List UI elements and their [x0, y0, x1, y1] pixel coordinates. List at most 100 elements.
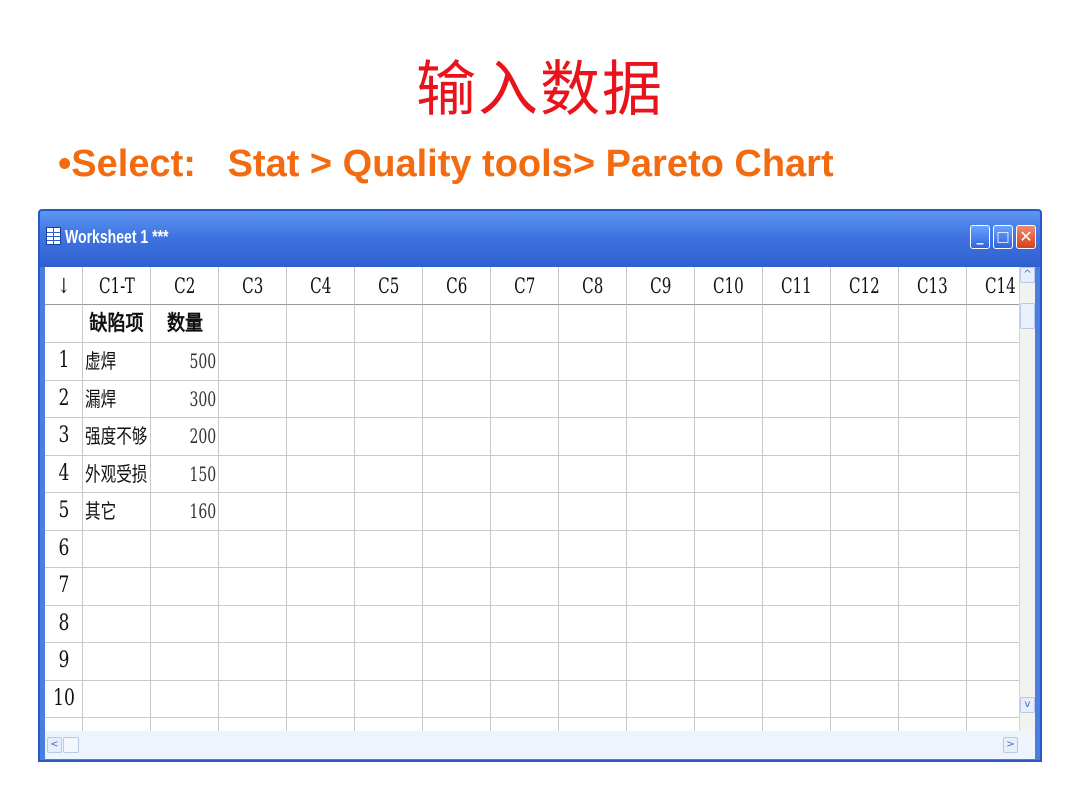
defect-cell[interactable]: 虚焊: [83, 343, 151, 381]
empty-cell[interactable]: [423, 605, 491, 643]
maximize-button[interactable]: □: [993, 225, 1013, 249]
row-header[interactable]: 7: [45, 568, 83, 606]
empty-cell[interactable]: [763, 605, 831, 643]
empty-cell[interactable]: [355, 493, 423, 531]
empty-cell[interactable]: [627, 380, 695, 418]
window-titlebar[interactable]: Worksheet 1 *** _ □ ✕: [40, 211, 1040, 267]
empty-cell[interactable]: [219, 343, 287, 381]
empty-cell[interactable]: [355, 568, 423, 606]
empty-cell[interactable]: [151, 530, 219, 568]
empty-cell[interactable]: [423, 530, 491, 568]
empty-cell[interactable]: [355, 718, 423, 731]
minimize-button[interactable]: _: [970, 225, 990, 249]
empty-cell[interactable]: [219, 643, 287, 681]
empty-cell[interactable]: [627, 530, 695, 568]
empty-cell[interactable]: [831, 718, 899, 731]
empty-cell[interactable]: [831, 568, 899, 606]
empty-cell[interactable]: [83, 680, 151, 718]
empty-cell[interactable]: [967, 718, 1019, 731]
column-header-c8[interactable]: C8: [559, 267, 627, 305]
empty-cell[interactable]: [899, 718, 967, 731]
empty-cell[interactable]: [287, 643, 355, 681]
empty-cell[interactable]: [831, 530, 899, 568]
empty-cell[interactable]: [559, 343, 627, 381]
empty-cell[interactable]: [287, 418, 355, 456]
empty-cell[interactable]: [491, 380, 559, 418]
empty-cell[interactable]: [559, 493, 627, 531]
column-name-cell[interactable]: 数量: [151, 305, 219, 343]
empty-cell[interactable]: [355, 605, 423, 643]
empty-cell[interactable]: [763, 643, 831, 681]
row-header[interactable]: 6: [45, 530, 83, 568]
column-header-c10[interactable]: C10: [695, 267, 763, 305]
empty-cell[interactable]: [831, 605, 899, 643]
empty-cell[interactable]: [559, 568, 627, 606]
quantity-cell[interactable]: 300: [151, 380, 219, 418]
empty-cell[interactable]: [83, 530, 151, 568]
empty-cell[interactable]: [219, 530, 287, 568]
empty-cell[interactable]: [83, 568, 151, 606]
empty-cell[interactable]: [627, 493, 695, 531]
empty-cell[interactable]: [423, 493, 491, 531]
empty-cell[interactable]: [423, 455, 491, 493]
empty-cell[interactable]: [695, 605, 763, 643]
column-header-c3[interactable]: C3: [219, 267, 287, 305]
row-header[interactable]: 5: [45, 493, 83, 531]
empty-cell[interactable]: [763, 680, 831, 718]
column-name-cell[interactable]: [219, 305, 287, 343]
column-header-c12[interactable]: C12: [831, 267, 899, 305]
empty-cell[interactable]: [83, 605, 151, 643]
vertical-scrollbar[interactable]: ^ v: [1019, 267, 1035, 731]
defect-cell[interactable]: 外观受损: [83, 455, 151, 493]
empty-cell[interactable]: [967, 606, 1019, 643]
column-name-cell[interactable]: [559, 305, 627, 343]
empty-cell[interactable]: [967, 456, 1019, 493]
empty-cell[interactable]: [627, 718, 695, 731]
empty-cell[interactable]: [627, 343, 695, 381]
empty-cell[interactable]: [627, 605, 695, 643]
empty-cell[interactable]: [287, 380, 355, 418]
empty-cell[interactable]: [559, 418, 627, 456]
column-name-cell[interactable]: [423, 305, 491, 343]
column-header-c7[interactable]: C7: [491, 267, 559, 305]
empty-cell[interactable]: [83, 718, 151, 731]
empty-cell[interactable]: [899, 418, 967, 456]
empty-cell[interactable]: [355, 418, 423, 456]
empty-cell[interactable]: [763, 343, 831, 381]
column-header-c13[interactable]: C13: [899, 267, 967, 305]
empty-cell[interactable]: [491, 493, 559, 531]
empty-cell[interactable]: [423, 718, 491, 731]
empty-cell[interactable]: [219, 380, 287, 418]
empty-cell[interactable]: [967, 343, 1019, 381]
column-name-cell[interactable]: [287, 305, 355, 343]
quantity-cell[interactable]: 500: [151, 343, 219, 381]
column-name-cell[interactable]: 缺陷项: [83, 305, 151, 343]
column-header-c14[interactable]: C14: [967, 267, 1019, 305]
empty-cell[interactable]: [967, 493, 1019, 531]
empty-cell[interactable]: [627, 568, 695, 606]
empty-cell[interactable]: [831, 493, 899, 531]
empty-cell[interactable]: [831, 343, 899, 381]
empty-cell[interactable]: [899, 380, 967, 418]
row-header[interactable]: 1: [45, 343, 83, 381]
empty-cell[interactable]: [559, 643, 627, 681]
empty-cell[interactable]: [899, 493, 967, 531]
empty-cell[interactable]: [831, 680, 899, 718]
empty-cell[interactable]: [967, 681, 1019, 718]
empty-cell[interactable]: [355, 680, 423, 718]
empty-cell[interactable]: [491, 718, 559, 731]
empty-cell[interactable]: [559, 455, 627, 493]
quantity-cell[interactable]: 200: [151, 418, 219, 456]
column-name-cell[interactable]: [967, 305, 1019, 343]
empty-cell[interactable]: [627, 455, 695, 493]
empty-cell[interactable]: [559, 680, 627, 718]
empty-cell[interactable]: [627, 680, 695, 718]
column-name-cell[interactable]: [763, 305, 831, 343]
empty-cell[interactable]: [423, 380, 491, 418]
empty-cell[interactable]: [355, 643, 423, 681]
empty-cell[interactable]: [831, 643, 899, 681]
empty-cell[interactable]: [695, 380, 763, 418]
empty-cell[interactable]: [967, 418, 1019, 456]
column-header-c6[interactable]: C6: [423, 267, 491, 305]
empty-cell[interactable]: [491, 455, 559, 493]
